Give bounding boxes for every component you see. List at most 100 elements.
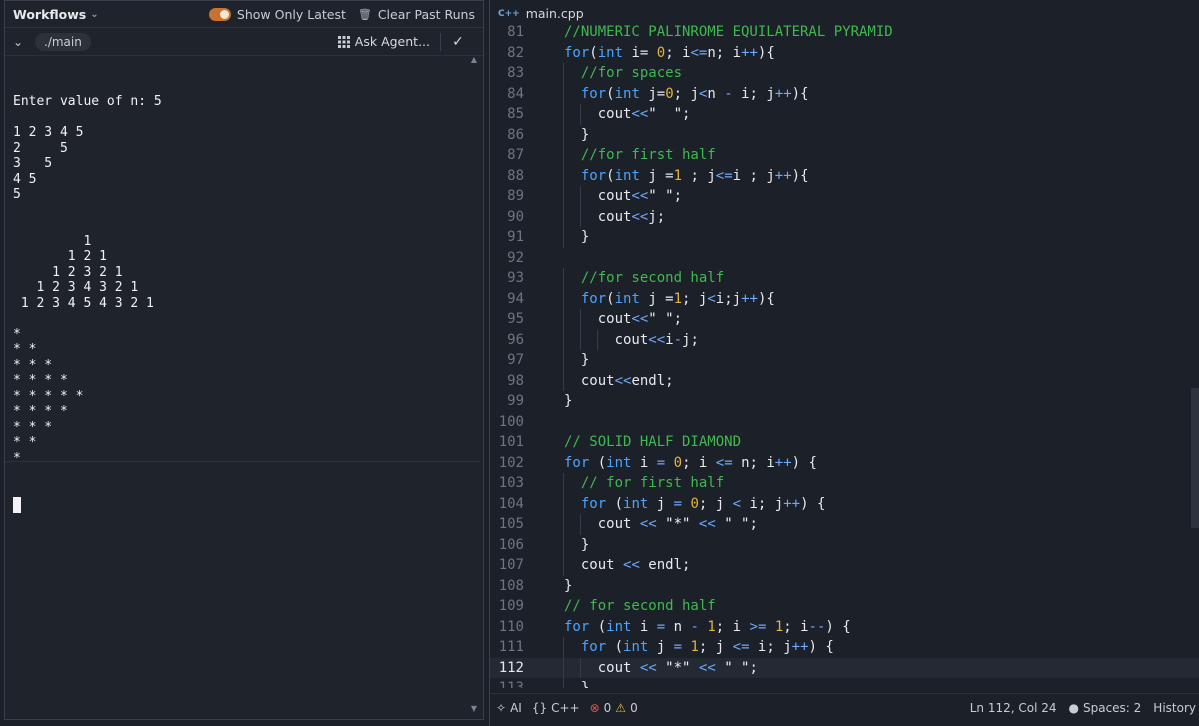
line-number: 106 — [498, 536, 524, 553]
collapse-run-chevron-icon[interactable]: ⌄ — [13, 35, 35, 49]
code-line[interactable]: 109 // for second half — [490, 596, 1199, 617]
language-mode[interactable]: {} C++ — [532, 701, 580, 715]
code-text: for(int j =1; j<i;j++){ — [581, 289, 775, 310]
code-line[interactable]: 83 //for spaces — [490, 63, 1199, 84]
indent-guide — [579, 186, 581, 207]
code-text: for(int j=0; j<n - i; j++){ — [581, 84, 809, 105]
line-number: 95 — [507, 311, 524, 327]
code-line[interactable]: 101 // SOLID HALF DIAMOND — [490, 432, 1199, 453]
code-token: ) { — [800, 495, 826, 512]
code-token: >= — [749, 618, 767, 635]
code-line[interactable]: 85 cout<<" "; — [490, 104, 1199, 125]
code-line[interactable]: 94 for(int j =1; j<i;j++){ — [490, 288, 1199, 310]
code-token: 0 — [673, 454, 683, 471]
code-line[interactable]: 100 — [490, 412, 1199, 433]
scroll-down-arrow-icon[interactable]: ▼ — [471, 704, 477, 713]
code-token: ++ — [774, 454, 792, 471]
code-token: << — [639, 659, 657, 676]
workflows-header: Workflows ⌄ Show Only Latest 🗑 Clear Pas… — [5, 1, 483, 28]
code-line[interactable]: 98 cout<<endl; — [490, 370, 1199, 391]
line-number: 87 — [507, 147, 524, 163]
code-line[interactable]: 105 cout << "*" << " "; — [490, 514, 1199, 535]
history-button[interactable]: History — [1153, 701, 1196, 715]
code-line[interactable]: 104 for (int j = 0; j < i; j++) { — [490, 493, 1199, 514]
code-token: for — [580, 639, 607, 655]
code-token: //for first half — [580, 147, 716, 163]
code-token: 1 — [673, 290, 683, 307]
code-token: endl; — [631, 372, 674, 389]
code-editor[interactable]: 81 //NUMERIC PALINROME EQUILATERAL PYRAMI… — [490, 22, 1199, 688]
code-line[interactable]: 84 for(int j=0; j<n - i; j++){ — [490, 83, 1199, 105]
check-icon[interactable]: ✓ — [441, 34, 475, 50]
code-line[interactable]: 111 for (int j = 1; j <= i; j++) { — [490, 637, 1199, 658]
code-line[interactable]: 88 for(int j =1 ; j<=i ; j++){ — [490, 165, 1199, 186]
clear-past-runs-label: Clear Past Runs — [377, 6, 475, 22]
code-text: cout<<j; — [598, 207, 665, 228]
code-token: ; — [673, 311, 683, 327]
console-line: * * * * * — [13, 388, 84, 404]
code-line[interactable]: 96 cout<<i-j; — [490, 329, 1199, 350]
problems-indicator[interactable]: ⊗ 0 ⚠ 0 — [590, 701, 638, 715]
line-number: 85 — [507, 106, 524, 122]
ai-status[interactable]: ✧ AI — [496, 701, 522, 715]
code-line[interactable]: 106} — [490, 534, 1199, 555]
code-line[interactable]: 102 for (int i = 0; i <= n; i++) { — [490, 453, 1199, 474]
code-text: cout << "*" << " "; — [598, 514, 758, 535]
editor-scrollbar[interactable] — [1191, 388, 1199, 528]
code-token: for — [580, 85, 607, 102]
ask-agent-button[interactable]: Ask Agent... — [337, 32, 441, 51]
code-line[interactable]: 107 cout << endl; — [490, 555, 1199, 576]
code-line[interactable]: 90 cout<<j; — [490, 206, 1199, 228]
indent-guide — [562, 657, 564, 678]
code-line[interactable]: 110 for (int i = n - 1; i >= 1; i--) { — [490, 617, 1199, 638]
cursor-position[interactable]: Ln 112, Col 24 — [970, 701, 1057, 715]
code-line[interactable]: 103 // for first half — [490, 473, 1199, 494]
code-line[interactable]: 99} — [490, 391, 1199, 412]
console-output[interactable]: Enter value of n: 5 1 2 3 4 52 53 54 55 1… — [13, 63, 459, 544]
warning-count: 0 — [630, 700, 638, 715]
code-line[interactable]: 91} — [490, 227, 1199, 248]
indent-guide — [562, 268, 564, 289]
code-line[interactable]: 82 for(int i= 0; i<=n; i++){ — [490, 43, 1199, 64]
code-token: int — [623, 495, 649, 512]
code-line[interactable]: 97} — [490, 350, 1199, 371]
code-line[interactable]: 112 cout << "*" << " "; — [490, 657, 1199, 678]
code-token: ; j — [682, 290, 708, 307]
workflows-dropdown[interactable]: Workflows ⌄ — [13, 7, 99, 22]
show-only-latest-toggle[interactable]: Show Only Latest — [208, 7, 346, 22]
code-token: ++ — [741, 44, 758, 61]
indent-guide — [562, 124, 564, 145]
code-line[interactable]: 92 — [490, 248, 1199, 269]
code-token: ; i — [715, 618, 750, 635]
code-token: i; j — [749, 639, 792, 655]
indentation-setting[interactable]: ● Spaces: 2 — [1069, 701, 1142, 715]
code-line[interactable]: 95 cout<<" "; — [490, 309, 1199, 330]
code-line[interactable]: 86} — [490, 124, 1199, 145]
code-line[interactable]: 93 //for second half — [490, 268, 1199, 289]
console-line: 1 2 1 — [13, 249, 107, 264]
clear-past-runs-button[interactable]: 🗑 Clear Past Runs — [358, 7, 475, 22]
code-token: ){ — [757, 290, 775, 307]
braces-icon: {} — [531, 700, 548, 715]
console-divider — [5, 461, 480, 462]
code-line[interactable]: 87 //for first half — [490, 145, 1199, 166]
code-line[interactable]: 89 cout<<" "; — [490, 186, 1199, 207]
scroll-up-arrow-icon[interactable]: ▲ — [471, 55, 477, 64]
code-token: i; j — [732, 85, 775, 102]
code-line[interactable]: 81 //NUMERIC PALINROME EQUILATERAL PYRAMI… — [490, 22, 1199, 43]
code-token: << — [698, 516, 716, 532]
toggle-switch-icon[interactable] — [208, 7, 231, 21]
indent-guide — [562, 514, 564, 535]
code-line[interactable]: 108} — [490, 576, 1199, 597]
code-token: < — [732, 495, 742, 512]
indent-guide — [562, 329, 564, 350]
code-token: int — [623, 639, 649, 655]
code-token: 0 — [665, 85, 674, 102]
code-token: ; j — [698, 495, 733, 512]
run-name-chip[interactable]: ./main — [35, 32, 91, 51]
indent-guide — [562, 309, 564, 330]
code-line[interactable]: 113} — [490, 678, 1199, 688]
console-line: * * * — [13, 419, 53, 435]
